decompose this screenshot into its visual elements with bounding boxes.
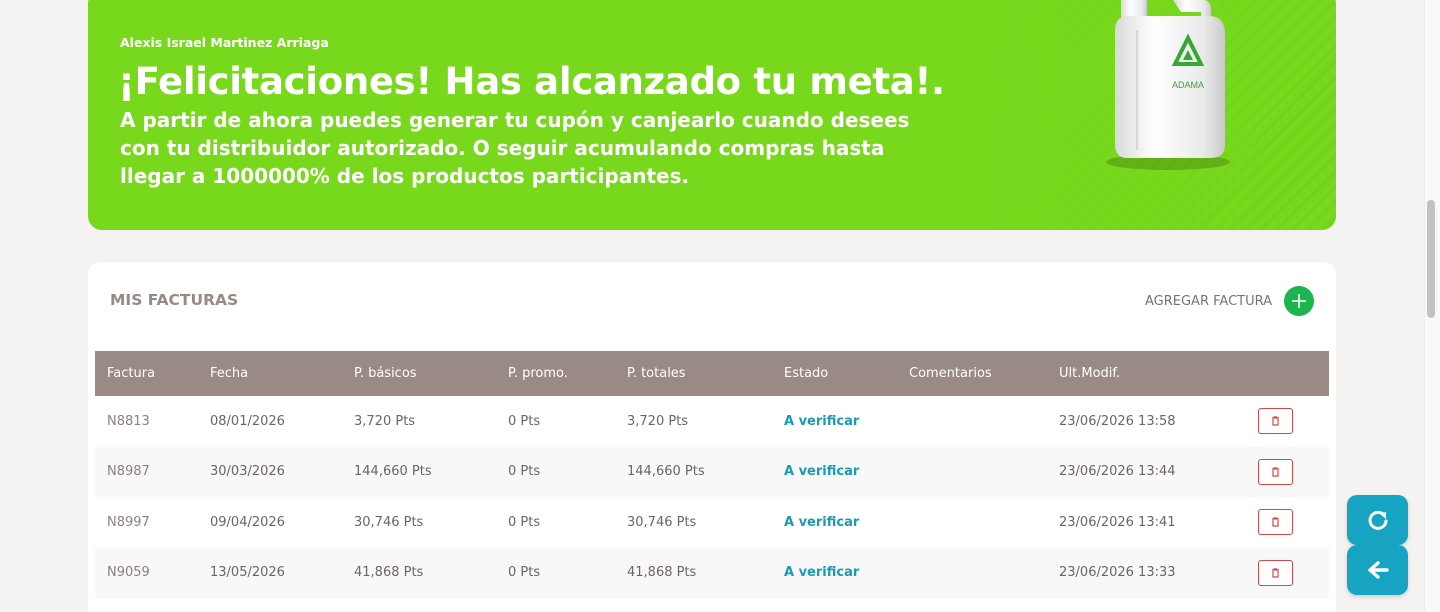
invoice-date: 13/05/2026 xyxy=(210,565,285,581)
column-header-p-basicos[interactable]: P. básicos xyxy=(342,351,496,396)
invoice-number: N8997 xyxy=(107,514,150,530)
column-header-actions xyxy=(1246,351,1329,396)
basic-points: 3,720 Pts xyxy=(354,413,416,429)
last-modified: 23/06/2026 13:44 xyxy=(1059,464,1176,480)
invoice-number: N8987 xyxy=(107,464,150,480)
table-header-row: Factura Fecha P. básicos P. promo. P. to… xyxy=(95,351,1329,396)
invoice-number: N9059 xyxy=(107,565,150,581)
trash-icon xyxy=(1272,416,1279,426)
add-invoice-button[interactable]: AGREGAR FACTURA xyxy=(1145,286,1314,316)
invoice-comments xyxy=(897,447,1047,498)
invoice-comments xyxy=(897,497,1047,548)
invoice-comments xyxy=(897,396,1047,447)
invoice-date: 30/03/2026 xyxy=(210,464,285,480)
column-header-estado[interactable]: Estado xyxy=(772,351,897,396)
table-row: N8813 08/01/2026 3,720 Pts 0 Pts 3,720 P… xyxy=(95,396,1329,447)
add-invoice-label: AGREGAR FACTURA xyxy=(1145,293,1272,309)
last-modified: 23/06/2026 13:58 xyxy=(1059,413,1176,429)
column-header-factura[interactable]: Factura xyxy=(95,351,198,396)
trash-icon xyxy=(1272,517,1279,527)
congratulations-banner: Alexis Israel Martinez Arriaga ¡Felicita… xyxy=(88,0,1336,230)
status-badge: A verificar xyxy=(784,413,860,429)
invoices-title: MIS FACTURAS xyxy=(110,291,239,309)
trash-icon xyxy=(1272,467,1279,477)
column-header-ult-modif[interactable]: Ult.Modif. xyxy=(1047,351,1246,396)
table-row: N8987 30/03/2026 144,660 Pts 0 Pts 144,6… xyxy=(95,446,1329,498)
delete-invoice-button[interactable] xyxy=(1258,509,1293,536)
column-header-p-totales[interactable]: P. totales xyxy=(615,351,772,396)
back-button[interactable] xyxy=(1347,545,1408,595)
promo-points: 0 Pts xyxy=(508,514,541,530)
banner-headline: ¡Felicitaciones! Has alcanzado tu meta!. xyxy=(118,60,945,103)
refresh-button[interactable] xyxy=(1347,495,1408,545)
banner-message: A partir de ahora puedes generar tu cupó… xyxy=(120,108,910,188)
promo-points: 0 Pts xyxy=(508,413,541,429)
invoice-date: 09/04/2026 xyxy=(210,514,285,530)
status-badge: A verificar xyxy=(784,464,860,480)
promo-points: 0 Pts xyxy=(508,464,541,480)
invoices-table: Factura Fecha P. básicos P. promo. P. to… xyxy=(95,351,1329,598)
column-header-comentarios[interactable]: Comentarios xyxy=(897,351,1047,396)
invoices-card: MIS FACTURAS AGREGAR FACTURA Factura Fec… xyxy=(88,262,1336,612)
delete-invoice-button[interactable] xyxy=(1258,559,1293,586)
table-row: N8997 09/04/2026 30,746 Pts 0 Pts 30,746… xyxy=(95,497,1329,548)
delete-invoice-button[interactable] xyxy=(1258,458,1293,485)
status-badge: A verificar xyxy=(784,565,860,581)
invoice-number: N8813 xyxy=(107,413,150,429)
jug-brand-label: ADAMA xyxy=(1172,80,1204,90)
basic-points: 144,660 Pts xyxy=(354,464,432,480)
total-points: 3,720 Pts xyxy=(627,413,689,429)
delete-invoice-button[interactable] xyxy=(1258,408,1293,435)
total-points: 41,868 Pts xyxy=(627,565,697,581)
basic-points: 30,746 Pts xyxy=(354,514,424,530)
refresh-icon xyxy=(1368,510,1387,530)
basic-points: 41,868 Pts xyxy=(354,565,424,581)
plus-icon[interactable] xyxy=(1284,286,1314,316)
scrollbar-thumb[interactable] xyxy=(1427,200,1435,318)
table-row: N9059 13/05/2026 41,868 Pts 0 Pts 41,868… xyxy=(95,547,1329,599)
arrow-left-icon xyxy=(1367,561,1389,579)
last-modified: 23/06/2026 13:33 xyxy=(1059,565,1176,581)
user-name: Alexis Israel Martinez Arriaga xyxy=(120,35,329,50)
total-points: 144,660 Pts xyxy=(627,464,705,480)
total-points: 30,746 Pts xyxy=(627,514,697,530)
promo-points: 0 Pts xyxy=(508,565,541,581)
last-modified: 23/06/2026 13:41 xyxy=(1059,514,1176,530)
invoice-comments xyxy=(897,548,1047,599)
invoice-date: 08/01/2026 xyxy=(210,413,285,429)
trash-icon xyxy=(1272,568,1279,578)
column-header-fecha[interactable]: Fecha xyxy=(198,351,342,396)
status-badge: A verificar xyxy=(784,514,860,530)
column-header-p-promo[interactable]: P. promo. xyxy=(496,351,615,396)
product-jug-image: ADAMA xyxy=(1106,0,1230,170)
